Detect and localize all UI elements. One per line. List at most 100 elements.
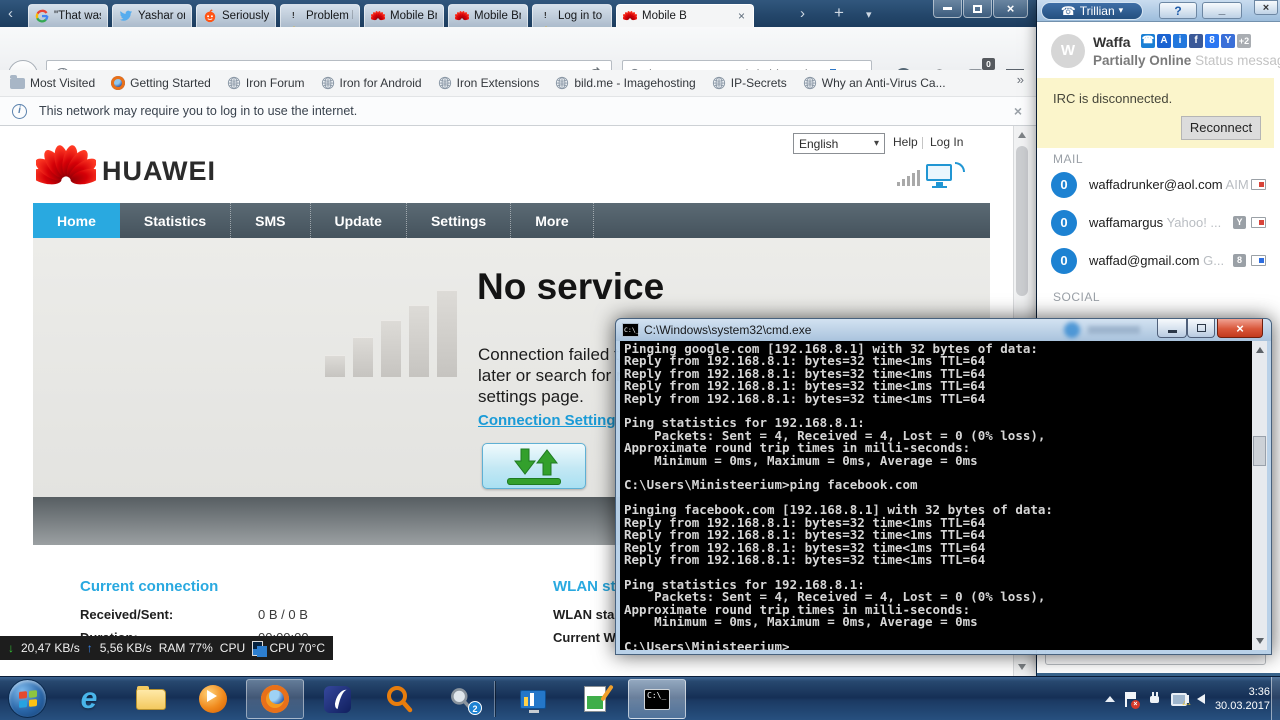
- new-tab-button[interactable]: +: [834, 1, 844, 24]
- huawei-brand-text: HUAWEI: [102, 156, 216, 186]
- minimize-button[interactable]: [933, 0, 962, 18]
- tab-mobile-broadband-1[interactable]: Mobile Bro: [364, 4, 444, 27]
- cmd-restore-button[interactable]: [1187, 319, 1215, 338]
- mail-row-yahoo[interactable]: 0 waffamargus Yahoo! ... Y: [1037, 208, 1274, 242]
- help-link[interactable]: Help: [893, 135, 918, 149]
- tab-mobile-broadband-2[interactable]: Mobile Bro: [448, 4, 528, 27]
- close-button[interactable]: ×: [993, 0, 1028, 18]
- mail-row-gmail[interactable]: 0 waffad@gmail.com G... 8: [1037, 246, 1274, 280]
- power-icon[interactable]: [1147, 692, 1161, 706]
- mail-row-aol[interactable]: 0 waffadrunker@aol.com AIM: [1037, 170, 1274, 204]
- cmd-close-button[interactable]: ×: [1217, 319, 1263, 338]
- clock[interactable]: 3:36 30.03.2017: [1215, 685, 1270, 713]
- reddit-icon: [203, 9, 217, 23]
- trillian-service-icon[interactable]: ☎: [1141, 34, 1155, 48]
- trillian-titlebar[interactable]: ☎ Trillian ▾ ? _ ×: [1037, 0, 1280, 22]
- taskbar-notes-app[interactable]: [566, 679, 624, 719]
- login-link[interactable]: Log In: [930, 135, 963, 149]
- tab-mobile-broadband-active[interactable]: Mobile B ×: [616, 4, 754, 27]
- irc-notice-panel: IRC is disconnected. Reconnect: [1037, 78, 1274, 148]
- adblock-badge: 0: [982, 58, 995, 70]
- avatar[interactable]: W: [1051, 34, 1085, 68]
- scroll-up-icon[interactable]: [1018, 132, 1026, 138]
- bookmark-getting-started[interactable]: Getting Started: [111, 76, 211, 90]
- connect-button[interactable]: [482, 443, 586, 489]
- taskbar-system-monitor[interactable]: [504, 679, 562, 719]
- language-select[interactable]: English ▾: [793, 133, 885, 154]
- globe-icon: [803, 76, 816, 90]
- tab-login[interactable]: ! Log in to n: [532, 4, 612, 27]
- reconnect-button[interactable]: Reconnect: [1181, 116, 1261, 140]
- maximize-button[interactable]: [963, 0, 992, 18]
- tab-problem[interactable]: ! Problem lo: [280, 4, 360, 27]
- nav-sms[interactable]: SMS: [231, 203, 311, 238]
- bookmark-bildme[interactable]: bild.me - Imagehosting: [555, 76, 696, 90]
- show-desktop-button[interactable]: [1271, 677, 1280, 720]
- system-tray: × ⚠ 3:36 30.03.2017: [1104, 677, 1270, 720]
- huawei-icon: [623, 9, 637, 23]
- bookmark-ip-secrets[interactable]: IP-Secrets: [712, 76, 787, 90]
- google-service-icon[interactable]: 8: [1205, 34, 1219, 48]
- scroll-down-icon[interactable]: [1255, 638, 1264, 644]
- bookmark-most-visited[interactable]: Most Visited: [10, 74, 95, 90]
- trillian-menu-button[interactable]: ☎ Trillian ▾: [1041, 1, 1143, 20]
- trillian-help-button[interactable]: ?: [1159, 2, 1197, 19]
- nav-statistics[interactable]: Statistics: [120, 203, 232, 238]
- tab-scroll-right-icon[interactable]: ›: [800, 2, 805, 25]
- taskbar-quill-app[interactable]: [308, 679, 366, 719]
- cpu-graph: [252, 640, 268, 657]
- more-services-badge[interactable]: +2: [1237, 34, 1251, 48]
- taskbar-internet-explorer[interactable]: e: [60, 679, 118, 719]
- yahoo-service-icon[interactable]: Y: [1221, 34, 1235, 48]
- cmd-titlebar[interactable]: C:\_ C:\Windows\system32\cmd.exe ×: [616, 319, 1271, 341]
- tab-close-icon[interactable]: ×: [736, 9, 747, 23]
- taskbar-media-player[interactable]: [184, 679, 242, 719]
- trillian-minimize-button[interactable]: _: [1202, 2, 1242, 19]
- tab-reddit[interactable]: Seriously...: [196, 4, 276, 27]
- hidden-icons-icon[interactable]: [1104, 696, 1115, 702]
- tab-scroll-left-icon[interactable]: ‹: [8, 2, 13, 25]
- start-button[interactable]: [8, 679, 47, 718]
- huawei-icon: [455, 9, 469, 23]
- tab-list-icon[interactable]: ▾: [866, 4, 872, 27]
- mail-section-header: MAIL: [1053, 152, 1084, 166]
- taskbar-firefox[interactable]: [246, 679, 304, 719]
- volume-icon[interactable]: [1184, 694, 1205, 704]
- badge-2: 2: [468, 701, 482, 715]
- scrollbar-thumb[interactable]: [1253, 436, 1266, 466]
- nav-home[interactable]: Home: [33, 203, 120, 238]
- facebook-service-icon[interactable]: f: [1189, 34, 1203, 48]
- console-scrollbar[interactable]: [1252, 341, 1267, 650]
- taskbar-explorer[interactable]: [122, 679, 180, 719]
- bookmark-iron-for-android[interactable]: Iron for Android: [321, 76, 422, 90]
- taskbar-cmd[interactable]: C:\_: [628, 679, 686, 719]
- trillian-close-button[interactable]: ×: [1254, 0, 1278, 15]
- icq-service-icon[interactable]: i: [1173, 34, 1187, 48]
- bookmark-iron-forum[interactable]: Iron Forum: [227, 76, 305, 90]
- cmd-minimize-button[interactable]: [1157, 319, 1187, 338]
- taskbar-search-tool[interactable]: [370, 679, 428, 719]
- aim-service-icon[interactable]: A: [1157, 34, 1171, 48]
- tab-twitter[interactable]: Yashar on T: [112, 4, 192, 27]
- bookmark-iron-extensions[interactable]: Iron Extensions: [438, 76, 539, 90]
- bookmarks-overflow-icon[interactable]: »: [1017, 72, 1024, 87]
- connection-settings-link[interactable]: Connection Setting: [478, 412, 616, 429]
- notification-close-icon[interactable]: ×: [1014, 103, 1022, 119]
- console-output[interactable]: Pinging google.com [192.168.8.1] with 32…: [620, 341, 1267, 650]
- internet-explorer-icon: e: [80, 682, 98, 715]
- action-center-icon[interactable]: ×: [1124, 691, 1140, 709]
- status-line[interactable]: Partially Online Status messag...: [1093, 53, 1280, 68]
- huawei-icon: [371, 9, 385, 23]
- bookmark-antivirus[interactable]: Why an Anti-Virus Ca...: [803, 76, 946, 90]
- tab-google[interactable]: "That was s: [28, 4, 108, 27]
- taskbar-search-tool-2[interactable]: 2: [432, 679, 490, 719]
- unread-count-badge: 0: [1051, 210, 1077, 236]
- nav-settings[interactable]: Settings: [407, 203, 512, 238]
- scroll-down-icon[interactable]: [1018, 664, 1026, 670]
- nav-update[interactable]: Update: [311, 203, 407, 238]
- scrollbar-thumb[interactable]: [1016, 146, 1028, 296]
- nav-more[interactable]: More: [511, 203, 594, 238]
- taskbar: e 2 C:\_ × ⚠ 3:36 30.03.2017: [0, 676, 1280, 720]
- scroll-up-icon[interactable]: [1255, 347, 1264, 353]
- mail-envelope-icon: [1251, 255, 1266, 266]
